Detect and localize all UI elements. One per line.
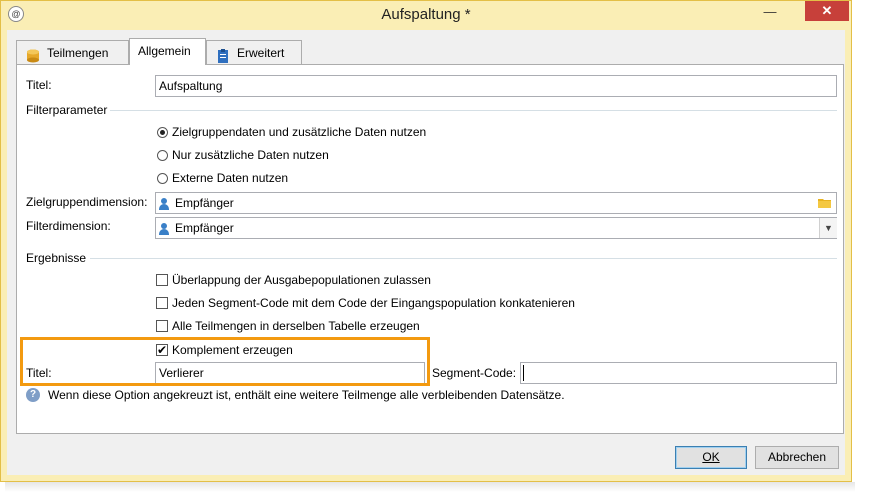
filter-dimension-value: Empfänger (175, 221, 234, 235)
help-icon: ? (26, 388, 40, 402)
clipboard-icon (215, 47, 231, 63)
tab-label: Allgemein (138, 44, 191, 58)
segment-code-label: Segment-Code: (432, 366, 517, 380)
text-cursor (523, 365, 524, 381)
separator (110, 110, 837, 111)
target-dimension-field[interactable]: Empfänger (155, 192, 837, 214)
radio-extra-only[interactable] (157, 150, 168, 161)
ok-label: OK (702, 450, 720, 464)
radio-label: Nur zusätzliche Daten nutzen (172, 148, 329, 162)
radio-external-data[interactable] (157, 173, 168, 184)
tab-label: Erweitert (237, 46, 285, 60)
person-icon (159, 222, 169, 235)
tab-allgemein[interactable]: Allgemein (129, 38, 206, 65)
target-dimension-label: Zielgruppendimension: (26, 195, 148, 209)
highlight-frame (20, 337, 430, 386)
window-shadow (5, 482, 855, 492)
close-button[interactable]: ✕ (805, 1, 849, 23)
checkbox-label: Jeden Segment-Code mit dem Code der Eing… (172, 296, 575, 310)
filter-dimension-label: Filterdimension: (26, 219, 111, 233)
separator (90, 258, 837, 259)
checkbox-label: Alle Teilmengen in derselben Tabelle erz… (172, 319, 420, 333)
filter-dimension-select[interactable]: Empfänger (155, 217, 837, 239)
tab-teilmengen[interactable]: Teilmengen (16, 40, 129, 64)
cancel-button[interactable]: Abbrechen (755, 446, 839, 469)
close-icon[interactable]: ✕ (805, 1, 849, 21)
window-title: Aufspaltung * (381, 6, 471, 23)
person-icon (159, 197, 169, 210)
checkbox-same-table[interactable] (156, 320, 168, 332)
target-dimension-value: Empfänger (175, 196, 234, 210)
checkbox-allow-overlap[interactable] (156, 274, 168, 286)
tab-erweitert[interactable]: Erweitert (206, 40, 302, 64)
results-section-heading: Ergebnisse (26, 251, 87, 265)
folder-icon[interactable] (817, 196, 833, 210)
database-icon (25, 47, 41, 63)
title-label: Titel: (26, 78, 52, 92)
checkbox-concatenate-segment-code[interactable] (156, 297, 168, 309)
radio-label: Zielgruppendaten und zusätzliche Daten n… (172, 125, 427, 139)
cancel-label: Abbrechen (767, 450, 827, 464)
segment-code-input[interactable] (520, 362, 837, 384)
radio-dot (160, 130, 165, 135)
radio-label: Externe Daten nutzen (172, 171, 289, 185)
title-input[interactable]: Aufspaltung (155, 75, 837, 97)
chevron-down-icon[interactable]: ▼ (819, 218, 837, 238)
help-text: Wenn diese Option angekreuzt ist, enthäl… (48, 388, 565, 402)
tab-label: Teilmengen (47, 46, 109, 60)
minimize-icon[interactable]: — (755, 1, 785, 23)
checkbox-label: Überlappung der Ausgabepopulationen zula… (172, 273, 431, 287)
ok-button[interactable]: OK (675, 446, 747, 469)
filter-section-heading: Filterparameter (26, 103, 108, 117)
radio-target-and-extra[interactable] (157, 127, 168, 138)
